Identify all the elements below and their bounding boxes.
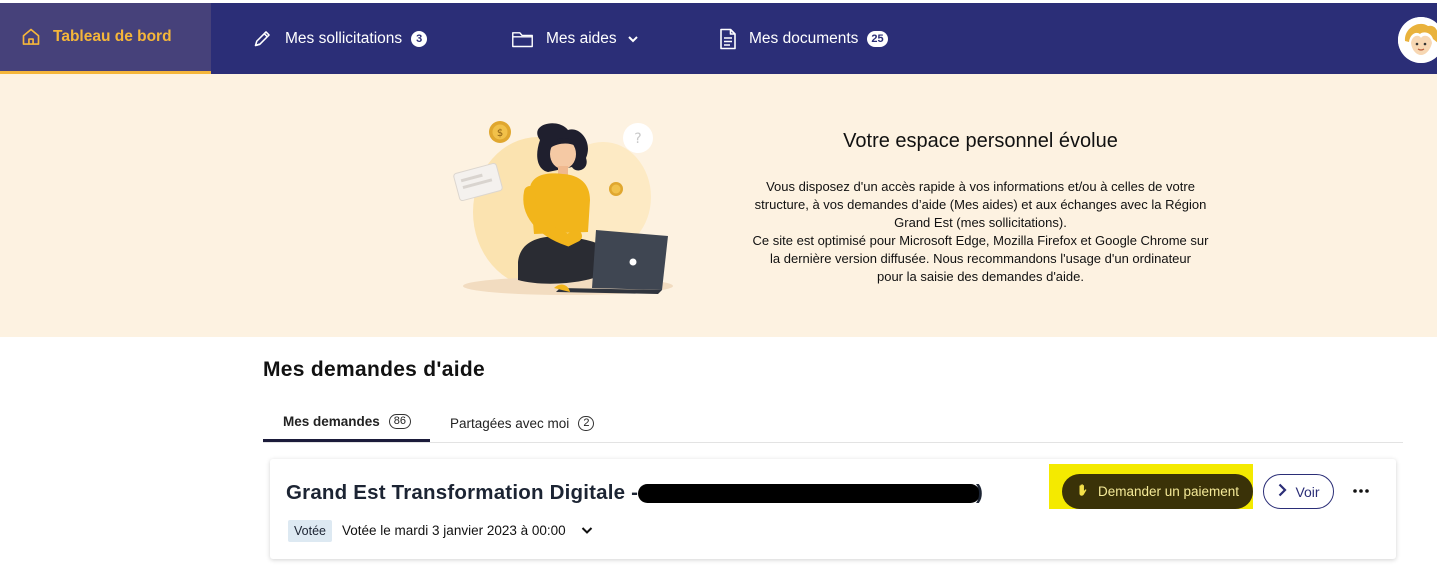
chevron-down-icon [627,33,639,45]
nav-item-label: Mes documents [749,29,859,47]
hand-icon [1076,483,1090,500]
banner-line: la dernière version diffusée. Nous recom… [770,251,1191,266]
tab-count-badge: 2 [578,415,595,431]
tab-count-badge: 86 [388,413,412,429]
request-title-suffix: ) [976,481,983,504]
pen-icon [252,28,273,49]
banner-line: Grand Est (mes sollicitations). [894,215,1067,230]
banner-illustration: $ ? [448,112,678,302]
view-label: Voir [1295,483,1320,500]
tab-partagees[interactable]: Partagées avec moi 2 [450,403,595,443]
nav-item-dashboard[interactable]: Tableau de bord [0,3,211,74]
nav-item-label: Tableau de bord [53,28,172,45]
nav-item-label: Mes sollicitations [285,29,403,47]
view-button[interactable]: Voir [1263,474,1334,509]
request-card: Grand Est Transformation Digitale - ) Vo… [270,459,1396,559]
banner-line: Vous disposez d'un accès rapide à vos in… [766,179,1195,194]
banner-text: Vous disposez d'un accès rapide à vos in… [737,178,1224,286]
svg-text:$: $ [497,128,503,139]
nav-item-label: Mes aides [546,29,617,47]
main-navbar: Tableau de bord Mes sollicitations 3 Mes… [0,3,1437,74]
request-title: Grand Est Transformation Digitale - [286,481,639,504]
tab-mes-demandes[interactable]: Mes demandes 86 [263,403,430,442]
status-text: Votée le mardi 3 janvier 2023 à 00:00 [342,523,566,538]
chevron-down-icon[interactable] [580,523,594,537]
tab-label: Partagées avec moi [450,415,570,431]
banner-line: structure, à vos demandes d’aide (Mes ai… [754,197,1207,212]
documents-count-badge: 25 [867,30,888,47]
nav-item-sollicitations[interactable]: Mes sollicitations 3 [252,3,428,74]
banner-line: Ce site est optimisé pour Microsoft Edge… [752,233,1209,248]
home-icon [21,27,41,47]
svg-text:?: ? [634,131,641,147]
redacted-text [638,484,980,503]
folder-icon [511,29,534,49]
more-options-icon[interactable] [1350,480,1372,502]
request-payment-label: Demander un paiement [1097,484,1240,499]
status-badge: Votée [288,520,332,542]
section-title: Mes demandes d'aide [263,358,485,381]
document-icon [719,28,737,50]
banner-title: Votre espace personnel évolue [843,130,1118,152]
banner-line: pour la saisie des demandes d'aide. [876,269,1084,284]
tab-label: Mes demandes [283,413,380,429]
sollicitations-count-badge: 3 [411,30,428,47]
avatar[interactable] [1398,17,1437,63]
chevron-right-icon [1277,483,1287,500]
requests-tabs: Mes demandes 86 Partagées avec moi 2 [263,403,1403,443]
nav-item-mes-aides[interactable]: Mes aides [511,3,639,74]
request-payment-button[interactable]: Demander un paiement [1062,474,1253,509]
nav-item-documents[interactable]: Mes documents 25 [719,3,888,74]
